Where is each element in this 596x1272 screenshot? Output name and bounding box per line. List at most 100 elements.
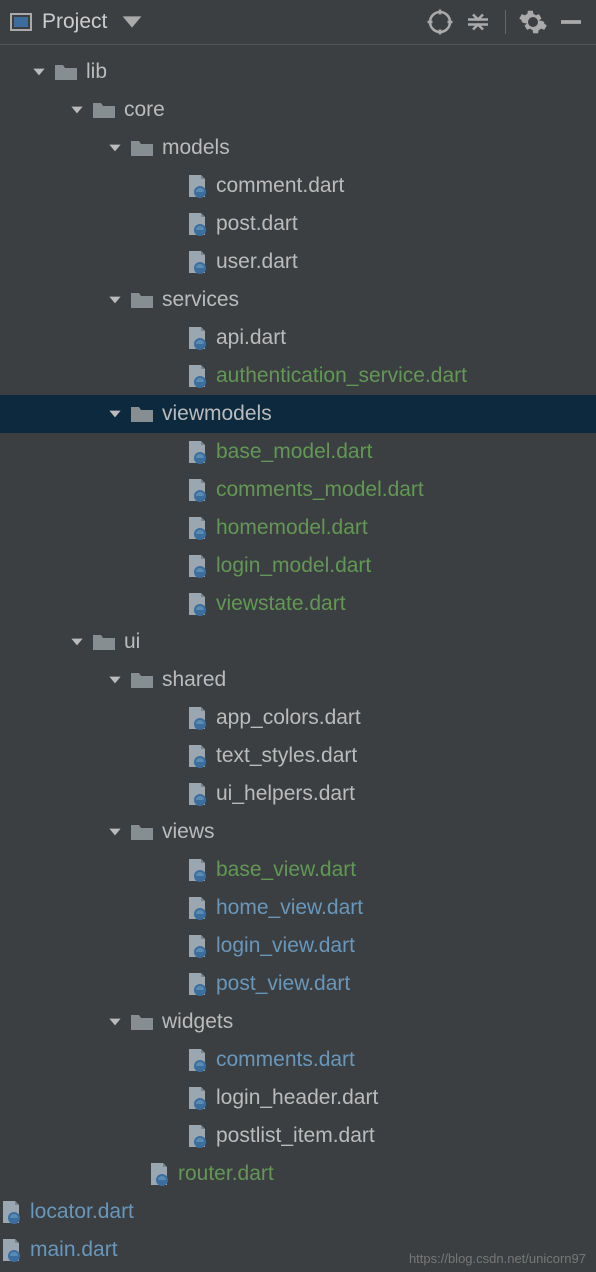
- tree-item-label: login_model.dart: [216, 554, 371, 578]
- tree-row[interactable]: post_view.dart: [0, 965, 596, 1003]
- toolbar-title[interactable]: Project: [42, 10, 107, 34]
- tree-row[interactable]: models: [0, 129, 596, 167]
- tree-row[interactable]: post.dart: [0, 205, 596, 243]
- tree-row[interactable]: ui_helpers.dart: [0, 775, 596, 813]
- tree-item-label: router.dart: [178, 1162, 274, 1186]
- dart-file-icon: [186, 212, 208, 236]
- folder-icon: [92, 632, 116, 652]
- chevron-down-icon[interactable]: [106, 823, 124, 841]
- tree-row[interactable]: api.dart: [0, 319, 596, 357]
- tree-item-label: models: [162, 136, 230, 160]
- tree-row[interactable]: comments.dart: [0, 1041, 596, 1079]
- dart-file-icon: [186, 326, 208, 350]
- dart-file-icon: [186, 516, 208, 540]
- folder-icon: [130, 822, 154, 842]
- tree-item-label: post_view.dart: [216, 972, 350, 996]
- tree-row[interactable]: views: [0, 813, 596, 851]
- tree-row[interactable]: comments_model.dart: [0, 471, 596, 509]
- dart-file-icon: [186, 744, 208, 768]
- tree-item-label: user.dart: [216, 250, 298, 274]
- tree-item-label: views: [162, 820, 215, 844]
- dart-file-icon: [186, 440, 208, 464]
- tree-item-label: widgets: [162, 1010, 233, 1034]
- toolbar-separator: [505, 10, 506, 34]
- tree-item-label: main.dart: [30, 1238, 118, 1262]
- dart-file-icon: [186, 706, 208, 730]
- collapse-all-icon[interactable]: [463, 7, 493, 37]
- dart-file-icon: [0, 1238, 22, 1262]
- tree-row[interactable]: services: [0, 281, 596, 319]
- tree-row[interactable]: postlist_item.dart: [0, 1117, 596, 1155]
- dart-file-icon: [186, 1086, 208, 1110]
- tree-item-label: api.dart: [216, 326, 286, 350]
- dart-file-icon: [0, 1200, 22, 1224]
- folder-icon: [92, 100, 116, 120]
- tree-row[interactable]: login_header.dart: [0, 1079, 596, 1117]
- tree-row[interactable]: ui: [0, 623, 596, 661]
- tree-row[interactable]: text_styles.dart: [0, 737, 596, 775]
- tree-item-label: comment.dart: [216, 174, 344, 198]
- tree-row[interactable]: lib: [0, 53, 596, 91]
- chevron-down-icon[interactable]: [106, 1013, 124, 1031]
- tree-item-label: login_header.dart: [216, 1086, 378, 1110]
- tree-row[interactable]: locator.dart: [0, 1193, 596, 1231]
- dart-file-icon: [186, 592, 208, 616]
- chevron-down-icon[interactable]: [106, 405, 124, 423]
- tree-row[interactable]: comment.dart: [0, 167, 596, 205]
- tree-row[interactable]: homemodel.dart: [0, 509, 596, 547]
- tree-row[interactable]: shared: [0, 661, 596, 699]
- tree-row[interactable]: app_colors.dart: [0, 699, 596, 737]
- tree-row[interactable]: login_model.dart: [0, 547, 596, 585]
- tree-row[interactable]: core: [0, 91, 596, 129]
- tree-item-label: post.dart: [216, 212, 298, 236]
- minimize-icon[interactable]: [556, 7, 586, 37]
- gear-icon[interactable]: [518, 7, 548, 37]
- tree-row[interactable]: authentication_service.dart: [0, 357, 596, 395]
- chevron-down-icon[interactable]: [30, 63, 48, 81]
- tree-item-label: viewmodels: [162, 402, 272, 426]
- tree-row[interactable]: base_view.dart: [0, 851, 596, 889]
- tree-row[interactable]: widgets: [0, 1003, 596, 1041]
- project-tree: libcore models comment.dart post.dart user.d…: [0, 45, 596, 1269]
- chevron-down-icon[interactable]: [106, 291, 124, 309]
- chevron-down-icon[interactable]: [68, 101, 86, 119]
- project-tool-icon: [10, 13, 32, 31]
- tree-item-label: authentication_service.dart: [216, 364, 467, 388]
- folder-icon: [130, 404, 154, 424]
- tree-row[interactable]: user.dart: [0, 243, 596, 281]
- toolbar: Project: [0, 0, 596, 45]
- tree-item-label: home_view.dart: [216, 896, 363, 920]
- tree-item-label: comments.dart: [216, 1048, 355, 1072]
- dart-file-icon: [148, 1162, 170, 1186]
- tree-item-label: base_model.dart: [216, 440, 372, 464]
- tree-item-label: login_view.dart: [216, 934, 355, 958]
- target-icon[interactable]: [425, 7, 455, 37]
- chevron-down-icon[interactable]: [68, 633, 86, 651]
- folder-icon: [130, 1012, 154, 1032]
- dart-file-icon: [186, 364, 208, 388]
- tree-row[interactable]: login_view.dart: [0, 927, 596, 965]
- tree-item-label: shared: [162, 668, 226, 692]
- tree-row[interactable]: viewmodels: [0, 395, 596, 433]
- tree-item-label: text_styles.dart: [216, 744, 357, 768]
- tree-item-label: ui_helpers.dart: [216, 782, 355, 806]
- tree-item-label: core: [124, 98, 165, 122]
- dart-file-icon: [186, 972, 208, 996]
- tree-item-label: homemodel.dart: [216, 516, 368, 540]
- dart-file-icon: [186, 782, 208, 806]
- dart-file-icon: [186, 896, 208, 920]
- watermark: https://blog.csdn.net/unicorn97: [409, 1251, 586, 1266]
- tree-row[interactable]: home_view.dart: [0, 889, 596, 927]
- tree-row[interactable]: router.dart: [0, 1155, 596, 1193]
- chevron-down-icon[interactable]: [106, 139, 124, 157]
- dart-file-icon: [186, 478, 208, 502]
- dart-file-icon: [186, 250, 208, 274]
- tree-row[interactable]: base_model.dart: [0, 433, 596, 471]
- folder-icon: [130, 670, 154, 690]
- chevron-down-icon[interactable]: [106, 671, 124, 689]
- folder-icon: [130, 290, 154, 310]
- tree-item-label: lib: [86, 60, 107, 84]
- folder-icon: [130, 138, 154, 158]
- chevron-down-icon[interactable]: [117, 7, 147, 37]
- tree-row[interactable]: viewstate.dart: [0, 585, 596, 623]
